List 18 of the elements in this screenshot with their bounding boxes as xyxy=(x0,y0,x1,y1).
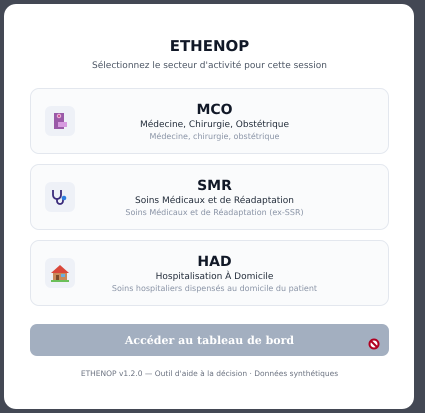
hospital-icon xyxy=(53,112,67,130)
sector-code: SMR xyxy=(197,178,232,194)
app-title: ETHENOP xyxy=(168,37,250,55)
sector-description: Soins Médicaux et de Réadaptation (ex-SSR) xyxy=(125,208,304,216)
not-allowed-cursor-icon xyxy=(368,338,380,350)
sector-option[interactable]: HAD Hospitalisation À Domicile Soins hospitaliers dispensés au domicile du patient xyxy=(30,240,389,306)
sector-option[interactable]: SMR Soins Médicaux et de Réadaptation Soins Médicaux et de Réadaptation (ex-SSR) xyxy=(30,164,389,230)
sector-code: MCO xyxy=(196,102,233,118)
sector-name: Soins Médicaux et de Réadaptation xyxy=(134,196,294,206)
sector-description: Médecine, chirurgie, obstétrique xyxy=(150,132,280,140)
sector-description: Soins hospitaliers dispensés au domicile du patient xyxy=(112,284,318,292)
sector-code: HAD xyxy=(197,254,232,270)
sector-name: Médecine, Chirurgie, Obstétrique xyxy=(140,120,290,130)
house-icon xyxy=(50,264,70,282)
subtitle: Sélectionnez le secteur d'activité pour cette session xyxy=(91,61,328,71)
sector-name: Hospitalisation À Domicile xyxy=(156,272,274,282)
stethoscope-icon xyxy=(51,188,69,206)
sector-option[interactable]: MCO Médecine, Chirurgie, Obstétrique Médecine, chirurgie, obstétrique xyxy=(30,88,389,154)
